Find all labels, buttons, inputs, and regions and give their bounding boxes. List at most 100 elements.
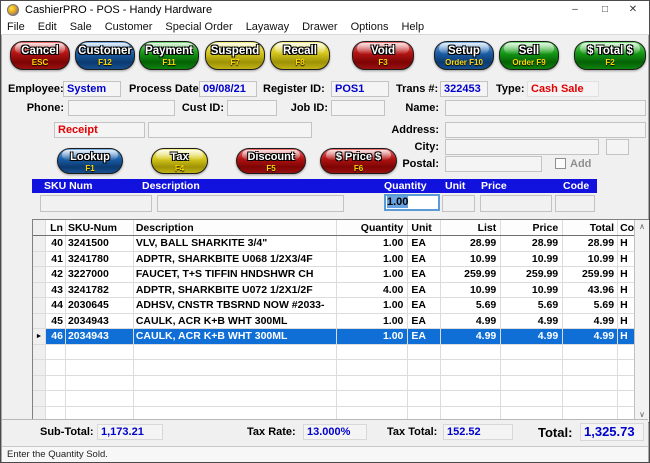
type-value: Cash Sale: [527, 81, 599, 97]
discount-button[interactable]: Discount F5: [236, 148, 306, 174]
menu-edit[interactable]: Edit: [38, 21, 57, 33]
window-title: CashierPRO - POS - Handy Hardware: [25, 4, 213, 16]
suspend-button[interactable]: Suspend F7: [205, 41, 265, 70]
menu-special-order[interactable]: Special Order: [165, 21, 232, 33]
recall-button[interactable]: Recall F8: [270, 41, 330, 70]
row-selector[interactable]: [33, 298, 46, 313]
maximize-icon[interactable]: □: [591, 1, 619, 19]
row-selector[interactable]: [33, 360, 46, 375]
tax-button[interactable]: Tax F4: [151, 148, 208, 174]
cell-total: [563, 375, 619, 390]
job-id-field[interactable]: [331, 100, 385, 116]
cell-description: ADPTR, SHARKBITE U072 1/2X1/2F: [134, 282, 337, 297]
cell-sku: 2034943: [66, 313, 134, 328]
cell-description: CAULK, ACR K+B WHT 300ML: [134, 329, 337, 344]
receipt-detail-field[interactable]: [148, 122, 312, 138]
row-selector[interactable]: [33, 282, 46, 297]
menu-file[interactable]: File: [7, 21, 25, 33]
entry-unit-label: Unit: [445, 180, 466, 192]
cell-unit: [408, 344, 442, 359]
customer-button[interactable]: Customer F12: [75, 41, 135, 70]
phone-label: Phone:: [26, 102, 64, 114]
cell-sku: [66, 391, 134, 406]
cell-price: 4.99: [501, 329, 564, 344]
close-icon[interactable]: ✕: [619, 1, 647, 19]
entry-sku-input[interactable]: [40, 195, 152, 212]
cell-code: H: [620, 252, 628, 265]
cancel-button[interactable]: Cancel ESC: [10, 41, 70, 70]
tax-rate-value: 13.000%: [303, 424, 367, 440]
menu-help[interactable]: Help: [401, 21, 424, 33]
address-field[interactable]: [445, 122, 646, 138]
cell-ln: 46: [46, 329, 66, 344]
table-row[interactable]: 44 2030645 ADHSV, CNSTR TBSRND NOW #2033…: [33, 298, 635, 314]
employee-field[interactable]: System: [63, 81, 121, 97]
table-row[interactable]: 42 3227000 FAUCET, T+S TIFFIN HNDSHWR CH…: [33, 267, 635, 283]
total-button[interactable]: $ Total $ F2: [574, 41, 646, 70]
entry-quantity-input[interactable]: 1.00: [384, 194, 440, 211]
trans-number-field[interactable]: 322453: [440, 81, 488, 97]
sell-order-button[interactable]: Sell Order F9: [499, 41, 559, 70]
table-row[interactable]: [33, 360, 635, 376]
row-selector[interactable]: [33, 313, 46, 328]
menu-customer[interactable]: Customer: [105, 21, 153, 33]
lookup-button[interactable]: Lookup F1: [57, 148, 123, 174]
entry-price-input[interactable]: [480, 195, 552, 212]
cell-ln: 40: [46, 236, 66, 251]
table-row[interactable]: [33, 344, 635, 360]
line-item-grid: Ln SKU-Num Description Quantity Unit Lis…: [32, 219, 649, 423]
name-field[interactable]: [445, 100, 646, 116]
row-selector[interactable]: [33, 391, 46, 406]
app-icon[interactable]: [7, 4, 19, 16]
void-button[interactable]: Void F3: [352, 41, 414, 70]
cell-sku: 3241780: [66, 251, 134, 266]
table-row[interactable]: 40 3241500 VLV, BALL SHARKITE 3/4" 1.00 …: [33, 236, 635, 252]
menu-drawer[interactable]: Drawer: [302, 21, 337, 33]
process-date-field[interactable]: 09/08/21: [199, 81, 257, 97]
row-selector[interactable]: [33, 375, 46, 390]
setup-order-button[interactable]: Setup Order F10: [434, 41, 494, 70]
col-header-list: List: [441, 220, 502, 235]
table-row[interactable]: 43 3241782 ADPTR, SHARKBITE U072 1/2X1/2…: [33, 282, 635, 298]
cell-sku: [66, 344, 134, 359]
menu-options[interactable]: Options: [351, 21, 389, 33]
price-button[interactable]: $ Price $ F6: [320, 148, 397, 174]
row-selector[interactable]: ►: [33, 329, 46, 344]
cell-ln: 44: [46, 298, 66, 313]
city-field[interactable]: [445, 139, 599, 155]
row-selector[interactable]: [33, 251, 46, 266]
cell-list: 10.99: [441, 282, 502, 297]
entry-unit-input[interactable]: [442, 195, 475, 212]
phone-field[interactable]: [68, 100, 175, 116]
cell-unit: [408, 360, 442, 375]
table-row[interactable]: [33, 375, 635, 391]
scroll-up-icon[interactable]: ∧: [635, 220, 649, 234]
cell-description: [134, 375, 337, 390]
row-selector[interactable]: [33, 236, 46, 251]
menu-layaway[interactable]: Layaway: [246, 21, 289, 33]
cell-quantity: 1.00: [337, 329, 409, 344]
table-row[interactable]: [33, 391, 635, 407]
cell-list: [441, 391, 502, 406]
table-row[interactable]: 45 2034943 CAULK, ACR K+B WHT 300ML 1.00…: [33, 313, 635, 329]
cust-id-field[interactable]: [227, 100, 277, 116]
cell-price: 5.69: [501, 298, 564, 313]
receipt-field[interactable]: Receipt: [54, 122, 145, 138]
vertical-scrollbar[interactable]: ∧ ∨: [634, 220, 649, 422]
row-selector[interactable]: [33, 344, 46, 359]
city-extra-field[interactable]: [606, 139, 629, 155]
register-id-field[interactable]: POS1: [331, 81, 389, 97]
payment-button[interactable]: Payment F11: [139, 41, 199, 70]
table-row[interactable]: ► 46 2034943 CAULK, ACR K+B WHT 300ML 1.…: [33, 329, 635, 345]
cell-sku: 2034943: [66, 329, 134, 344]
cell-quantity: 1.00: [337, 236, 409, 251]
entry-code-input[interactable]: [555, 195, 595, 212]
postal-field[interactable]: [445, 156, 542, 172]
menu-sale[interactable]: Sale: [70, 21, 92, 33]
minimize-icon[interactable]: –: [561, 1, 589, 19]
table-row[interactable]: 41 3241780 ADPTR, SHARKBITE U068 1/2X3/4…: [33, 251, 635, 267]
cell-price: 10.99: [501, 251, 564, 266]
row-selector[interactable]: [33, 267, 46, 282]
entry-description-input[interactable]: [157, 195, 344, 212]
add-checkbox[interactable]: [555, 158, 566, 169]
